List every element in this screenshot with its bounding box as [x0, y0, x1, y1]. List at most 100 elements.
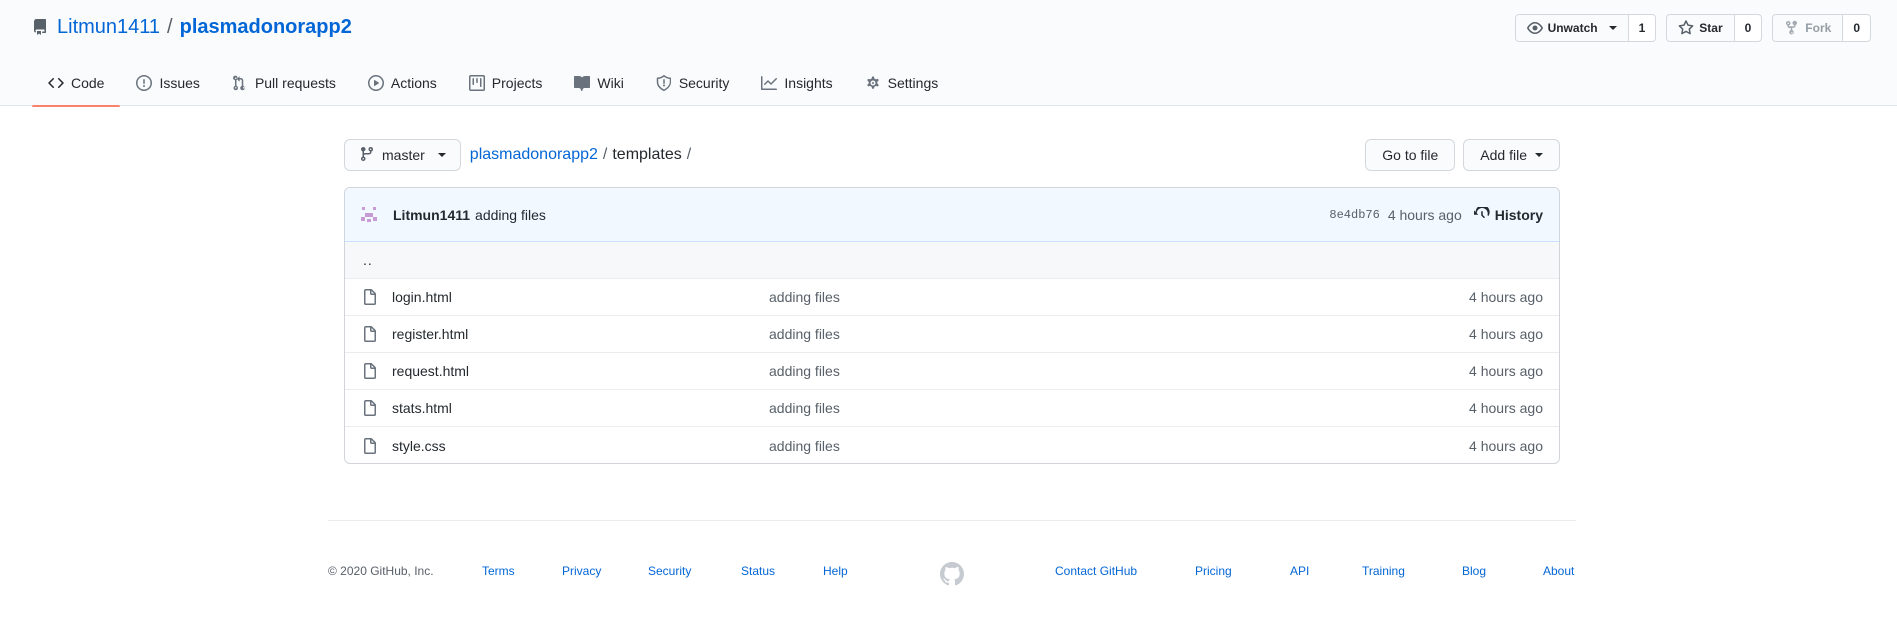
footer-link-status[interactable]: Status [741, 564, 775, 578]
fork-button-group: Fork 0 [1772, 14, 1871, 42]
list-item[interactable]: register.html adding files 4 hours ago [345, 316, 1559, 353]
play-icon [367, 75, 384, 91]
commit-sha-link[interactable]: 8e4db76 [1329, 208, 1379, 222]
file-name-link[interactable]: login.html [392, 289, 769, 305]
fork-count[interactable]: 0 [1843, 14, 1871, 42]
branch-name: master [382, 147, 425, 163]
list-item[interactable]: login.html adding files 4 hours ago [345, 279, 1559, 316]
tab-security[interactable]: Security [640, 60, 746, 106]
footer-link-privacy[interactable]: Privacy [562, 564, 601, 578]
file-commit-message[interactable]: adding files [769, 326, 840, 342]
tab-label: Actions [390, 75, 437, 91]
go-to-file-button[interactable]: Go to file [1365, 139, 1456, 171]
tab-insights[interactable]: Insights [745, 60, 848, 106]
tab-wiki[interactable]: Wiki [558, 60, 639, 106]
tab-pull-requests[interactable]: Pull requests [216, 60, 352, 106]
project-icon [468, 75, 485, 91]
repo-title-separator: / [167, 15, 173, 38]
tab-label: Insights [784, 75, 833, 91]
breadcrumb-trailing-separator: / [686, 146, 692, 163]
tab-projects[interactable]: Projects [453, 60, 559, 106]
repo-header: Litmun1411 / plasmadonorapp2 Unwatch 1 S… [0, 0, 1897, 107]
footer-copyright: © 2020 GitHub, Inc. [328, 564, 434, 578]
tab-label: Security [678, 75, 730, 91]
commit-message-link[interactable]: adding files [475, 207, 546, 223]
footer-link-api[interactable]: API [1290, 564, 1309, 578]
footer-link-blog[interactable]: Blog [1462, 564, 1486, 578]
breadcrumb-repo-link[interactable]: plasmadonorapp2 [470, 146, 598, 164]
file-age: 4 hours ago [1469, 400, 1543, 416]
tab-actions[interactable]: Actions [352, 60, 453, 106]
add-file-button[interactable]: Add file [1463, 139, 1560, 171]
gear-icon [865, 75, 881, 91]
footer-link-contact[interactable]: Contact GitHub [1055, 564, 1137, 578]
tab-label: Pull requests [254, 75, 336, 91]
file-navigation: master plasmadonorapp2 / templates / Go … [344, 139, 1560, 171]
footer-link-pricing[interactable]: Pricing [1195, 564, 1232, 578]
star-count[interactable]: 0 [1734, 14, 1763, 42]
chevron-down-icon [437, 153, 446, 157]
chevron-down-icon [1535, 153, 1543, 157]
file-name-link[interactable]: stats.html [392, 400, 769, 416]
fork-label: Fork [1805, 21, 1832, 35]
github-mark-icon[interactable] [940, 562, 964, 586]
repo-name-link[interactable]: plasmadonorapp2 [180, 16, 352, 39]
breadcrumb-separator: / [602, 146, 608, 163]
file-icon [362, 363, 378, 379]
footer-link-security[interactable]: Security [648, 564, 691, 578]
star-button-group: Star 0 [1666, 14, 1763, 42]
footer-link-training[interactable]: Training [1362, 564, 1405, 578]
tab-label: Code [71, 75, 105, 91]
tab-label: Projects [491, 75, 543, 91]
file-nav-actions: Go to file Add file [1365, 139, 1560, 171]
list-item[interactable]: style.css adding files 4 hours ago [345, 427, 1559, 463]
watch-button-group: Unwatch 1 [1514, 14, 1657, 42]
unwatch-button[interactable]: Unwatch [1514, 14, 1629, 42]
add-file-label: Add file [1480, 147, 1527, 163]
repo-tabs: Code Issues Pull requests Actions Projec… [32, 60, 955, 107]
file-age: 4 hours ago [1469, 363, 1543, 379]
file-age: 4 hours ago [1469, 326, 1543, 342]
star-button[interactable]: Star [1666, 14, 1735, 42]
code-icon [48, 75, 64, 91]
branch-select-button[interactable]: master [344, 139, 461, 171]
file-icon [362, 437, 378, 454]
file-commit-message[interactable]: adding files [769, 438, 840, 454]
fork-icon [1784, 20, 1800, 36]
eye-icon [1526, 20, 1543, 36]
tab-code[interactable]: Code [32, 60, 121, 107]
list-item[interactable]: request.html adding files 4 hours ago [345, 353, 1559, 390]
shield-icon [656, 75, 672, 91]
watch-count[interactable]: 1 [1628, 14, 1657, 42]
repo-icon [32, 19, 48, 35]
graph-icon [761, 75, 778, 91]
footer-link-about[interactable]: About [1543, 564, 1574, 578]
file-age: 4 hours ago [1469, 289, 1543, 305]
list-item[interactable]: stats.html adding files 4 hours ago [345, 390, 1559, 427]
fork-button[interactable]: Fork [1772, 14, 1844, 42]
parent-directory-link[interactable]: .. [345, 242, 1559, 279]
file-name-link[interactable]: register.html [392, 326, 769, 342]
file-icon [362, 326, 378, 342]
history-link[interactable]: History [1473, 206, 1543, 223]
file-commit-message[interactable]: adding files [769, 400, 840, 416]
commit-author-link[interactable]: Litmun1411 [393, 207, 470, 223]
repo-title: Litmun1411 / plasmadonorapp2 [32, 14, 352, 40]
footer-link-terms[interactable]: Terms [482, 564, 515, 578]
footer-link-help[interactable]: Help [823, 564, 848, 578]
file-commit-message[interactable]: adding files [769, 289, 840, 305]
breadcrumb: plasmadonorapp2 / templates / [470, 146, 691, 164]
tab-issues[interactable]: Issues [120, 60, 215, 106]
branch-icon [359, 146, 375, 165]
file-name-link[interactable]: request.html [392, 363, 769, 379]
file-icon [362, 289, 378, 305]
unwatch-label: Unwatch [1547, 21, 1598, 35]
file-name-link[interactable]: style.css [392, 438, 769, 454]
file-commit-message[interactable]: adding files [769, 363, 840, 379]
avatar[interactable] [359, 204, 379, 225]
repo-owner-link[interactable]: Litmun1411 [57, 16, 160, 39]
issue-icon [136, 75, 153, 91]
latest-commit-bar: Litmun1411 adding files 8e4db76 4 hours … [345, 188, 1559, 242]
tab-settings[interactable]: Settings [849, 60, 955, 106]
star-icon [1678, 20, 1694, 36]
